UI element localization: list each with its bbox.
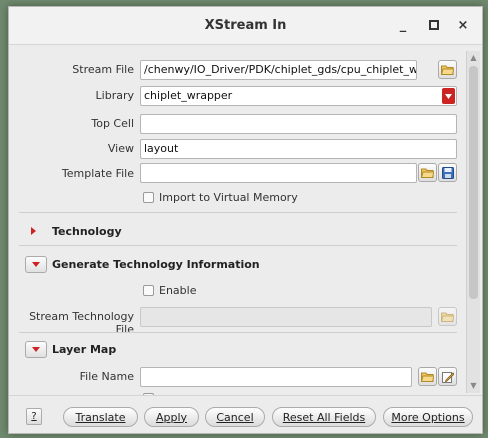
maximize-button[interactable] [425, 16, 443, 34]
cancel-button[interactable]: Cancel [205, 407, 265, 427]
folder-open-icon [441, 65, 454, 75]
stream-file-browse-button[interactable] [438, 60, 457, 79]
generate-tech-collapse-button[interactable] [25, 256, 47, 273]
folder-open-icon [441, 312, 454, 322]
minimize-button[interactable]: _ [394, 16, 412, 34]
divider [19, 212, 457, 213]
library-label: Library [95, 89, 134, 102]
button-bar: ? Translate Apply Cancel Reset All Field… [9, 395, 482, 433]
help-button[interactable]: ? [26, 408, 42, 425]
maximize-icon [429, 20, 439, 30]
template-file-input[interactable] [140, 163, 417, 183]
view-label: View [107, 142, 134, 155]
vertical-scrollbar[interactable]: ▲ ▼ [466, 51, 480, 393]
chevron-down-icon [32, 262, 40, 267]
stream-file-input[interactable]: /chenwy/IO_Driver/PDK/chiplet_gds/cpu_ch… [140, 60, 417, 80]
generate-tech-section-title[interactable]: Generate Technology Information [52, 258, 260, 271]
scroll-up-icon[interactable]: ▲ [468, 52, 479, 63]
title-bar[interactable]: XStream In _ × [9, 7, 482, 45]
stream-tech-file-input[interactable] [140, 307, 432, 327]
more-options-button[interactable]: More Options [383, 407, 473, 427]
layer-map-collapse-button[interactable] [25, 341, 47, 358]
form-area: Stream File /chenwy/IO_Driver/PDK/chiple… [9, 45, 464, 395]
layer-map-edit-button[interactable] [438, 367, 457, 386]
template-file-label: Template File [61, 167, 134, 180]
template-file-browse-button[interactable] [418, 163, 437, 182]
technology-expand-arrow-icon[interactable] [31, 227, 36, 235]
reset-all-fields-button[interactable]: Reset All Fields [272, 407, 376, 427]
dropdown-arrow-icon [445, 93, 452, 99]
import-virtual-memory-label: Import to Virtual Memory [159, 191, 298, 204]
xstream-in-dialog: XStream In _ × Stream File /chenwy/IO_Dr… [8, 6, 483, 434]
scrollbar-thumb[interactable] [469, 66, 478, 299]
technology-section-title[interactable]: Technology [52, 225, 122, 238]
save-icon [441, 166, 454, 179]
divider [19, 245, 457, 246]
import-virtual-memory-checkbox[interactable] [143, 192, 154, 203]
divider [19, 332, 457, 333]
layer-map-section-title[interactable]: Layer Map [52, 343, 116, 356]
top-cell-input[interactable] [140, 114, 457, 134]
stream-file-label: Stream File [72, 63, 134, 76]
apply-button[interactable]: Apply [144, 407, 199, 427]
translate-button[interactable]: Translate [63, 407, 138, 427]
scroll-down-icon[interactable]: ▼ [468, 380, 479, 391]
top-cell-label: Top Cell [91, 117, 134, 130]
layer-map-browse-button[interactable] [418, 367, 437, 386]
close-button[interactable]: × [454, 16, 472, 34]
layer-map-file-name-input[interactable] [140, 367, 412, 387]
enable-label: Enable [159, 284, 197, 297]
template-file-save-button[interactable] [438, 163, 457, 182]
chevron-down-icon [32, 347, 40, 352]
library-dropdown-button[interactable] [442, 88, 455, 104]
folder-open-icon [421, 168, 434, 178]
layer-map-file-name-label: File Name [79, 370, 134, 383]
folder-open-icon [421, 372, 434, 382]
view-input[interactable]: layout [140, 139, 457, 159]
stream-tech-file-browse-button[interactable] [438, 307, 457, 326]
library-select[interactable]: chiplet_wrapper [140, 86, 457, 106]
enable-checkbox[interactable] [143, 285, 154, 296]
edit-icon [441, 371, 454, 383]
